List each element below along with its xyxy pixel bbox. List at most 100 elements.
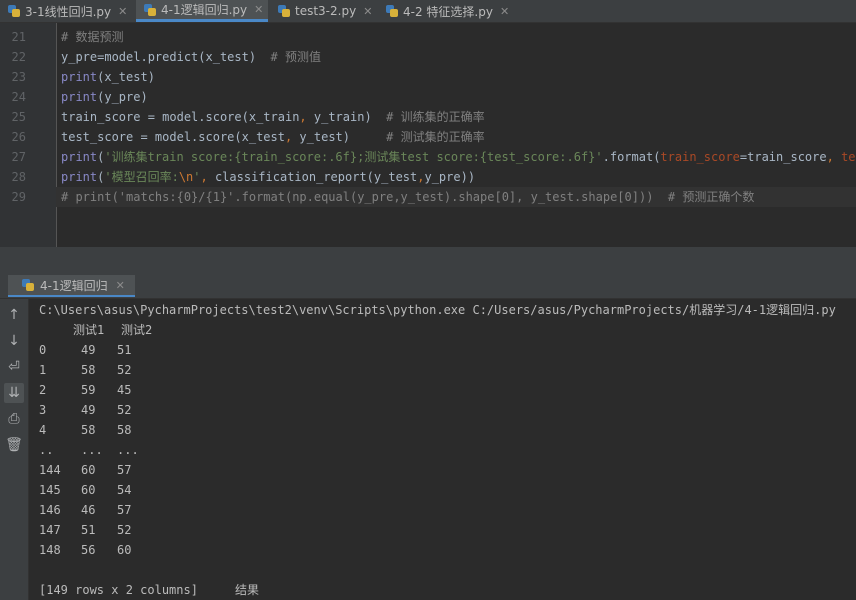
cell-value: 59	[81, 383, 96, 397]
cell-value: 51	[81, 523, 96, 537]
cell-value: 58	[81, 363, 96, 377]
editor-tab[interactable]: test3-2.py ✕	[270, 0, 376, 22]
editor-tab-bar: 3-1线性回归.py ✕ 4-1逻辑回归.py ✕ test3-2.py ✕ 4-2 特征选…	[0, 0, 856, 23]
run-tab[interactable]: 4-1逻辑回归 ✕	[8, 275, 135, 297]
code-line[interactable]: train_score = model.score(x_train, y_tra…	[61, 107, 485, 127]
dataframe-row: 144 60 57	[29, 460, 329, 480]
editor-tab[interactable]: 3-1线性回归.py ✕	[0, 0, 136, 22]
line-number: 21	[11, 30, 26, 44]
code-token: classification_report(y_test	[214, 170, 418, 184]
editor-tab[interactable]: 4-1逻辑回归.py ✕	[136, 0, 268, 22]
cell-value: ...	[117, 443, 139, 457]
close-icon[interactable]: ✕	[363, 5, 372, 18]
cell-value: 60	[81, 463, 96, 477]
arrow-up-icon[interactable]: ↑	[4, 305, 24, 325]
code-line[interactable]: test_score = model.score(x_test, y_test)…	[61, 127, 485, 147]
line-number: 28	[11, 170, 26, 184]
dataframe-row: 148 56 60	[29, 540, 329, 560]
print-icon[interactable]: ⎙	[4, 409, 24, 429]
python-file-icon	[144, 3, 156, 16]
line-number: 25	[11, 110, 26, 124]
line-number: 27	[11, 150, 26, 164]
code-line[interactable]: y_pre=model.predict(x_test) # 预测值	[61, 47, 321, 67]
line-number: 23	[11, 70, 26, 84]
editor-tab-label: 4-2 特征选择.py	[403, 4, 493, 19]
editor-tab-label: test3-2.py	[295, 4, 357, 18]
code-token: ,	[826, 150, 842, 164]
line-number: 22	[11, 50, 26, 64]
code-line[interactable]: print(x_test)	[61, 67, 155, 87]
soft-wrap-icon[interactable]: ⏎	[4, 357, 24, 377]
code-line[interactable]: print('模型召回率:\n', classification_report(…	[61, 167, 475, 187]
run-console[interactable]: C:\Users\asus\PycharmProjects\test2\venv…	[29, 299, 856, 600]
close-icon[interactable]: ✕	[116, 279, 125, 292]
row-index: 147	[39, 523, 61, 537]
code-line[interactable]: # 数据预测	[61, 27, 123, 47]
code-line[interactable]: print(y_pre)	[61, 87, 148, 107]
cell-value: 52	[117, 363, 132, 377]
code-line[interactable]: print('训练集train score:{train_score:.6f};…	[61, 147, 856, 167]
code-token: ,	[284, 130, 300, 144]
dataframe-row: 0 49 51	[29, 340, 329, 360]
code-token: =train_score	[739, 150, 827, 164]
code-token: (x_test)	[97, 70, 155, 84]
cell-value: 49	[81, 343, 96, 357]
row-index: 144	[39, 463, 61, 477]
close-icon[interactable]: ✕	[500, 5, 509, 18]
cell-value: 60	[81, 483, 96, 497]
code-token: '训练集train score:{train_score:.6f};测试集tes…	[104, 150, 603, 164]
code-token: y_test)	[299, 130, 387, 144]
code-token: (y_pre)	[97, 90, 148, 104]
code-token: print	[61, 150, 98, 164]
code-line[interactable]: # print('matchs:{0}/{1}'.format(np.equal…	[61, 187, 754, 207]
run-toolbar: ↑ ↓ ⏎ ⇊ ⎙ 🗑	[0, 299, 29, 600]
code-token: train_score	[660, 150, 740, 164]
dataframe-summary: [149 rows x 2 columns]	[39, 583, 198, 597]
row-index: 145	[39, 483, 61, 497]
cell-value: ...	[81, 443, 103, 457]
dataframe-row: 1 58 52	[29, 360, 329, 380]
code-editor[interactable]: 21 # 数据预测 22 y_pre=model.predict(x_test) # …	[0, 23, 856, 247]
cell-value: 49	[81, 403, 96, 417]
console-command-line: C:\Users\asus\PycharmProjects\test2\venv…	[39, 303, 836, 317]
cell-value: 45	[117, 383, 132, 397]
code-token: test_score = model.score(x_test	[61, 130, 285, 144]
close-icon[interactable]: ✕	[118, 5, 127, 18]
editor-tab[interactable]: 4-2 特征选择.py ✕	[378, 0, 516, 22]
cell-value: 51	[117, 343, 132, 357]
row-index: 3	[39, 403, 47, 417]
run-tab-label: 4-1逻辑回归	[40, 278, 108, 293]
column-header: 测试1	[73, 323, 105, 337]
row-index: 2	[39, 383, 47, 397]
code-token: # 数据预测	[61, 30, 124, 44]
code-token: # 测试集的正确率	[386, 130, 485, 144]
dataframe-row: ........	[29, 440, 329, 460]
close-icon[interactable]: ✕	[254, 3, 263, 16]
dataframe-row: 4 58 58	[29, 420, 329, 440]
code-token: train_score = model.score(x_train	[61, 110, 300, 124]
cell-value: 57	[117, 503, 132, 517]
dataframe-header: 测试1 测试2	[73, 320, 169, 340]
code-token: ,	[299, 110, 314, 124]
code-token: # 训练集的正确率	[386, 110, 485, 124]
code-token: ,	[200, 170, 215, 184]
cell-value: 58	[117, 423, 132, 437]
row-index: 146	[39, 503, 61, 517]
cell-value: 46	[81, 503, 96, 517]
dataframe-row: 147 51 52	[29, 520, 329, 540]
scroll-to-end-icon[interactable]: ⇊	[4, 383, 24, 403]
editor-tab-label: 3-1线性回归.py	[25, 4, 112, 19]
cell-value: 60	[117, 543, 132, 557]
cell-value: 58	[81, 423, 96, 437]
code-token: print	[61, 70, 98, 84]
dataframe-row: 3 49 52	[29, 400, 329, 420]
dataframe-row: 2 59 45	[29, 380, 329, 400]
editor-bottom-area	[0, 247, 856, 273]
row-index: 148	[39, 543, 61, 557]
code-token: y_pre=model.predict(x_test)	[61, 50, 271, 64]
dataframe-row: 145 60 54	[29, 480, 329, 500]
python-file-icon	[22, 279, 34, 291]
trash-icon[interactable]: 🗑	[4, 435, 24, 455]
cell-value: 52	[117, 523, 132, 537]
arrow-down-icon[interactable]: ↓	[4, 331, 24, 351]
